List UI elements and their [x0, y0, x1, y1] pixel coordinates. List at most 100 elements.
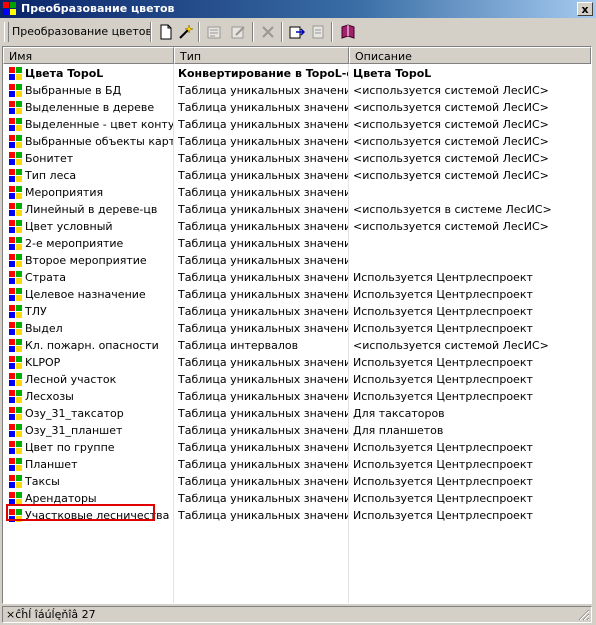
- table-row[interactable]: Бонитет Таблица уникальных значений <испол…: [3, 150, 591, 167]
- cell-name: Целевое назначение: [25, 288, 146, 301]
- cell-type: Таблица уникальных значений: [178, 101, 348, 114]
- cell-type: Таблица уникальных значений: [178, 271, 348, 284]
- cell-type: Таблица уникальных значений: [178, 390, 348, 403]
- cell-name: Озу_31_таксатор: [25, 407, 124, 420]
- cell-name: Линейный в дереве-цв: [25, 203, 158, 216]
- table-row[interactable]: Линейный в дереве-цв Таблица уникальных з…: [3, 201, 591, 218]
- table-row[interactable]: Лесхозы Таблица уникальных значений Исполь…: [3, 388, 591, 405]
- cell-type: Таблица уникальных значений: [178, 373, 348, 386]
- cell-name: Выдел: [25, 322, 63, 335]
- cell-description: Используется Центрлеспроект: [353, 271, 533, 284]
- table-row[interactable]: Озу_31_планшет Таблица уникальных значени…: [3, 422, 591, 439]
- table-row[interactable]: Выбранные в БД Таблица уникальных значени…: [3, 82, 591, 99]
- toolbar-separator: [281, 22, 283, 42]
- table-row[interactable]: 2-е мероприятие Таблица уникальных значен…: [3, 235, 591, 252]
- table-row[interactable]: KLPOP Таблица уникальных значений Использу…: [3, 354, 591, 371]
- column-header-name[interactable]: Имя: [3, 47, 174, 64]
- table-row[interactable]: Мероприятия Таблица уникальных значений: [3, 184, 591, 201]
- color-table-icon: [9, 356, 22, 369]
- app-window: Преобразование цветов x Преобразование ц…: [0, 0, 596, 625]
- properties-button[interactable]: [204, 22, 224, 42]
- table-row[interactable]: ТЛУ Таблица уникальных значений Использует…: [3, 303, 591, 320]
- cell-name: ТЛУ: [25, 305, 47, 318]
- cell-name: Таксы: [25, 475, 60, 488]
- list-header: Имя Тип Описание: [3, 47, 591, 64]
- magic-wand-button[interactable]: [176, 22, 196, 42]
- toolbar-separator: [198, 22, 200, 42]
- table-row[interactable]: Выделенные в дереве Таблица уникальных зн…: [3, 99, 591, 116]
- cell-name: Выделенные - цвет контура: [25, 118, 173, 131]
- cell-description: Используется Центрлеспроект: [353, 322, 533, 335]
- cell-type: Таблица уникальных значений: [178, 84, 348, 97]
- table-row[interactable]: Цвет по группе Таблица уникальных значени…: [3, 439, 591, 456]
- color-table-icon: [9, 407, 22, 420]
- color-table-icon: [9, 288, 22, 301]
- cell-type: Таблица уникальных значений: [178, 475, 348, 488]
- cell-description: Для планшетов: [353, 424, 444, 437]
- delete-button[interactable]: [258, 22, 278, 42]
- highlight-box: [6, 504, 155, 521]
- new-document-button[interactable]: [156, 22, 176, 42]
- cell-type: Таблица уникальных значений: [178, 424, 348, 437]
- color-table-icon: [9, 458, 22, 471]
- cell-name: Кл. пожарн. опасности: [25, 339, 159, 352]
- table-row[interactable]: Планшет Таблица уникальных значений Исполь…: [3, 456, 591, 473]
- cell-type: Таблица уникальных значений: [178, 458, 348, 471]
- title-bar[interactable]: Преобразование цветов x: [0, 0, 596, 18]
- cell-type: Таблица уникальных значений: [178, 186, 348, 199]
- cell-name: Цвет по группе: [25, 441, 115, 454]
- size-grip-icon[interactable]: [578, 609, 590, 621]
- toolbar-grip[interactable]: [4, 22, 9, 42]
- color-tables-list[interactable]: Имя Тип Описание Цвета TopoL Конвертирова…: [2, 46, 592, 604]
- table-row[interactable]: Страта Таблица уникальных значений Использ…: [3, 269, 591, 286]
- cell-description: <используется системой ЛесИС>: [353, 135, 549, 148]
- table-row[interactable]: Лесной участок Таблица уникальных значени…: [3, 371, 591, 388]
- cell-name: 2-е мероприятие: [25, 237, 124, 250]
- cell-type: Таблица уникальных значений: [178, 492, 348, 505]
- cell-type: Конвертирование в TopoL-e: [178, 67, 348, 80]
- toolbar-separator: [252, 22, 254, 42]
- table-row[interactable]: Цвет условный Таблица уникальных значений…: [3, 218, 591, 235]
- table-row[interactable]: Выделенные - цвет контура Таблица уникаль…: [3, 116, 591, 133]
- table-row[interactable]: Второе мероприятие Таблица уникальных зна…: [3, 252, 591, 269]
- cell-description: Используется Центрлеспроект: [353, 492, 533, 505]
- export-button[interactable]: [308, 22, 328, 42]
- cell-type: Таблица уникальных значений: [178, 203, 348, 216]
- color-table-icon: [9, 118, 22, 131]
- table-row[interactable]: Целевое назначение Таблица уникальных зна…: [3, 286, 591, 303]
- cell-description: Используется Центрлеспроект: [353, 305, 533, 318]
- color-table-icon: [9, 322, 22, 335]
- cell-description: <используется системой ЛесИС>: [353, 169, 549, 182]
- cell-name: Лесной участок: [25, 373, 117, 386]
- column-header-description[interactable]: Описание: [349, 47, 591, 64]
- book-icon: [341, 24, 355, 39]
- cell-name: Цвета TopoL: [25, 67, 104, 80]
- cell-description: Используется Центрлеспроект: [353, 373, 533, 386]
- close-button[interactable]: x: [577, 2, 593, 16]
- new-document-icon: [160, 24, 172, 40]
- table-row[interactable]: Кл. пожарн. опасности Таблица интервалов <…: [3, 337, 591, 354]
- cell-type: Таблица уникальных значений: [178, 305, 348, 318]
- cell-type: Таблица уникальных значений: [178, 118, 348, 131]
- cell-type: Таблица уникальных значений: [178, 152, 348, 165]
- color-table-icon: [9, 84, 22, 97]
- cell-description: <используется системой ЛесИС>: [353, 339, 549, 352]
- table-row[interactable]: Выбранные объекты карты Таблица уникальны…: [3, 133, 591, 150]
- table-row[interactable]: Выдел Таблица уникальных значений Использу…: [3, 320, 591, 337]
- cell-description: Используется Центрлеспроект: [353, 390, 533, 403]
- cell-description: Используется Центрлеспроект: [353, 288, 533, 301]
- table-row[interactable]: Озу_31_таксатор Таблица уникальных значен…: [3, 405, 591, 422]
- book-button[interactable]: [338, 22, 358, 42]
- table-row[interactable]: Цвета TopoL Конвертирование в TopoL-e Цвет…: [3, 65, 591, 82]
- column-header-type[interactable]: Тип: [174, 47, 349, 64]
- cell-type: Таблица уникальных значений: [178, 220, 348, 233]
- cell-name: Выбранные в БД: [25, 84, 122, 97]
- import-button[interactable]: [287, 22, 307, 42]
- edit-button[interactable]: [228, 22, 248, 42]
- status-text: ×ĉĥĺ îáúĺęňîâ 27: [6, 608, 96, 621]
- table-row[interactable]: Тип леса Таблица уникальных значений <испо…: [3, 167, 591, 184]
- palette-icon: [3, 2, 16, 15]
- table-row[interactable]: Таксы Таблица уникальных значений Использу…: [3, 473, 591, 490]
- cell-description: Для таксаторов: [353, 407, 445, 420]
- color-table-icon: [9, 135, 22, 148]
